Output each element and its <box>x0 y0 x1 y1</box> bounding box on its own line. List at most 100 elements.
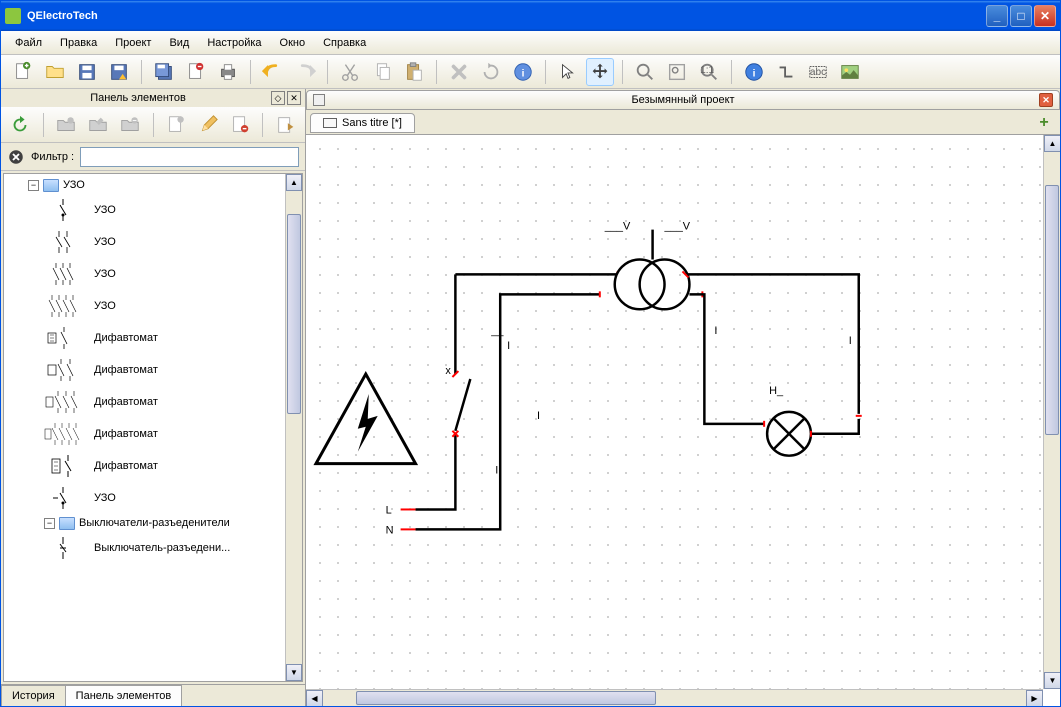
minimize-button[interactable]: _ <box>986 5 1008 27</box>
tree-item[interactable]: Дифавтомат <box>4 450 302 482</box>
menu-window[interactable]: Окно <box>272 34 314 52</box>
horizontal-scrollbar[interactable]: ◀ ▶ <box>306 689 1043 706</box>
scroll-up-button[interactable]: ▲ <box>286 174 302 191</box>
tree-item[interactable]: УЗО <box>4 482 302 514</box>
menu-project[interactable]: Проект <box>107 34 159 52</box>
filter-input[interactable] <box>80 147 299 167</box>
menu-file[interactable]: Файл <box>7 34 50 52</box>
label-i: I <box>849 335 852 347</box>
vertical-scrollbar[interactable]: ▲ ▼ <box>1043 135 1060 689</box>
tab-history[interactable]: История <box>1 685 66 706</box>
tree-item[interactable]: УЗО <box>4 258 302 290</box>
menu-settings[interactable]: Настройка <box>199 34 269 52</box>
edit-element-button[interactable] <box>195 111 221 139</box>
tree-item[interactable]: УЗО <box>4 226 302 258</box>
tree-item[interactable]: Выключатель-разъедени... <box>4 532 302 564</box>
import-element-button[interactable] <box>273 111 299 139</box>
label-l: L <box>386 504 392 516</box>
copy-button[interactable] <box>368 58 396 86</box>
warning-symbol <box>316 374 416 464</box>
scroll-thumb[interactable] <box>1045 185 1059 435</box>
tree-item[interactable]: УЗО <box>4 194 302 226</box>
rotate-button[interactable] <box>477 58 505 86</box>
scroll-up-button[interactable]: ▲ <box>1044 135 1060 152</box>
folder-icon <box>43 179 59 192</box>
scroll-thumb[interactable] <box>356 691 656 705</box>
filter-row: Фильтр : <box>1 143 305 171</box>
tree-item[interactable]: Дифавтомат <box>4 322 302 354</box>
new-element-button[interactable] <box>163 111 189 139</box>
panel-toolbar <box>1 107 305 143</box>
editor-area: Безымянный проект ✕ Sans titre [*] + <box>306 89 1060 706</box>
paste-button[interactable] <box>400 58 428 86</box>
zoom-fit-button[interactable] <box>663 58 691 86</box>
canvas-wrap: L N x <box>306 135 1060 706</box>
reload-button[interactable] <box>7 111 33 139</box>
filter-label: Фильтр : <box>31 151 74 163</box>
clear-filter-icon[interactable] <box>7 148 25 166</box>
move-tool[interactable] <box>586 58 614 86</box>
label-dash: __ <box>490 325 504 337</box>
title-block-button[interactable]: abc <box>804 58 832 86</box>
zoom-reset-button[interactable]: 1:1 <box>695 58 723 86</box>
svg-text:abc: abc <box>810 66 826 77</box>
tree-item[interactable]: Дифавтомат <box>4 418 302 450</box>
sheet-tabbar: Sans titre [*] + <box>306 111 1060 135</box>
collapse-icon[interactable]: − <box>44 518 55 529</box>
main-toolbar: i 1:1 i abc <box>1 55 1060 89</box>
delete-element-button[interactable] <box>227 111 253 139</box>
drawing-canvas[interactable]: L N x <box>306 135 1043 689</box>
panel-float-button[interactable]: ◇ <box>271 91 285 105</box>
close-button[interactable]: ✕ <box>1034 5 1056 27</box>
sheet-tab[interactable]: Sans titre [*] <box>310 113 415 133</box>
conductor-button[interactable] <box>772 58 800 86</box>
maximize-button[interactable]: □ <box>1010 5 1032 27</box>
save-button[interactable] <box>73 58 101 86</box>
menu-edit[interactable]: Правка <box>52 34 105 52</box>
svg-text:i: i <box>753 68 756 79</box>
save-as-button[interactable] <box>105 58 133 86</box>
close-project-button[interactable] <box>182 58 210 86</box>
scroll-right-button[interactable]: ▶ <box>1026 690 1043 706</box>
panel-bottom-tabs: История Панель элементов <box>1 684 305 706</box>
cut-button[interactable] <box>336 58 364 86</box>
select-tool[interactable] <box>554 58 582 86</box>
menu-help[interactable]: Справка <box>315 34 374 52</box>
redo-button[interactable] <box>291 58 319 86</box>
print-button[interactable] <box>214 58 242 86</box>
scroll-down-button[interactable]: ▼ <box>286 664 302 681</box>
delete-button[interactable] <box>445 58 473 86</box>
zoom-button[interactable] <box>631 58 659 86</box>
image-button[interactable] <box>836 58 864 86</box>
tree-folder-uzo[interactable]: − УЗО <box>4 176 302 194</box>
scroll-down-button[interactable]: ▼ <box>1044 672 1060 689</box>
menu-view[interactable]: Вид <box>161 34 197 52</box>
undo-button[interactable] <box>259 58 287 86</box>
info-button[interactable]: i <box>740 58 768 86</box>
scroll-thumb[interactable] <box>287 214 301 414</box>
tree-item[interactable]: УЗО <box>4 290 302 322</box>
delete-category-button[interactable] <box>117 111 143 139</box>
new-category-button[interactable] <box>54 111 80 139</box>
panel-close-button[interactable]: ✕ <box>287 91 301 105</box>
menubar: Файл Правка Проект Вид Настройка Окно Сп… <box>1 31 1060 55</box>
tree-scrollbar[interactable]: ▲ ▼ <box>285 174 302 681</box>
tree-folder-switches[interactable]: − Выключатели-разъеденители <box>4 514 302 532</box>
elements-tree[interactable]: − УЗО УЗО УЗО УЗО УЗО Дифавтомат Дифавто… <box>3 173 303 682</box>
edit-category-button[interactable] <box>85 111 111 139</box>
titlebar[interactable]: QElectroTech _ □ ✕ <box>1 1 1060 31</box>
scroll-left-button[interactable]: ◀ <box>306 690 323 706</box>
open-button[interactable] <box>41 58 69 86</box>
sheet-icon <box>323 118 337 128</box>
properties-button[interactable]: i <box>509 58 537 86</box>
panel-titlebar: Панель элементов ◇ ✕ <box>1 89 305 107</box>
new-button[interactable] <box>9 58 37 86</box>
tab-elements[interactable]: Панель элементов <box>65 685 183 706</box>
tree-item[interactable]: Дифавтомат <box>4 354 302 386</box>
close-project-tab-button[interactable]: ✕ <box>1039 93 1053 107</box>
collapse-icon[interactable]: − <box>28 180 39 191</box>
tree-item[interactable]: Дифавтомат <box>4 386 302 418</box>
add-sheet-button[interactable]: + <box>1034 113 1054 133</box>
project-tab[interactable]: Безымянный проект ✕ <box>306 90 1060 110</box>
save-all-button[interactable] <box>150 58 178 86</box>
